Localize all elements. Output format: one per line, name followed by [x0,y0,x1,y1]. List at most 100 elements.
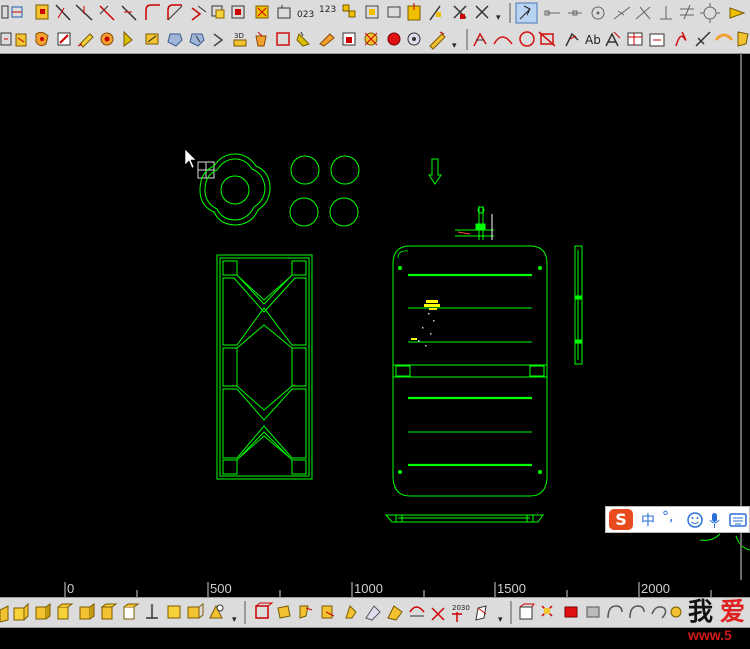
rounded-square-symbol [199,153,271,226]
cube-front-icon [0,605,9,623]
spline-icon [675,31,687,47]
toolbar-modify-icons[interactable]: 023 123 ▾ [0,0,750,26]
sweep-icon [365,605,381,621]
door-panel-drawing [392,245,548,497]
toolbar-draw-icons[interactable]: 3D ▾ Ab [0,26,750,53]
fillet-icon [121,5,137,21]
partial-drawing-edge [699,533,750,551]
pencil-icon [77,33,94,48]
scattered-points [418,313,435,347]
snap-icon [387,6,401,18]
union-icon [409,606,425,617]
arc-icon [493,36,513,45]
explode-icon [255,5,269,19]
move-icon [191,5,207,21]
fly-icon [629,605,645,619]
lock-icon [342,32,356,46]
cylinder-icon [209,604,224,619]
svg-text:▾: ▾ [496,13,501,23]
free-orbit-icon [189,33,205,47]
render-icon [519,603,535,620]
constraint-icon [453,5,467,19]
svg-text:▾: ▾ [232,615,237,625]
endpoint-icon [544,10,560,16]
circle-icon [519,31,535,47]
hanger-symbol [455,206,494,240]
osnap-toggle-icon [515,2,538,24]
ruler-label-0: 0 [67,581,75,596]
wedge-icon [277,605,291,619]
subtract-icon [452,612,462,622]
highlighted-selection [411,300,440,340]
hatch-icon [365,5,379,19]
quadrant-icon [613,6,631,20]
drawing-canvas[interactable] [0,53,750,580]
ruler-label-500: 500 [210,581,232,596]
perpendicular-icon [660,6,672,20]
leader-icon [605,31,621,47]
emoji-icon [687,512,703,528]
material-icon [564,606,578,618]
tag-icon [737,31,749,47]
svg-text:▾: ▾ [498,615,503,625]
ime-toolbar[interactable]: S 中 °, [605,506,750,533]
intersect-icon [431,607,445,621]
rotate-icon [167,4,183,21]
scale-icon [714,33,734,41]
break-icon [75,4,93,21]
watermark-url: www.5 [688,627,732,643]
slice-icon [475,605,487,621]
rectangle-icon [276,32,290,46]
smudge-icon [319,33,335,47]
box-icon [167,605,181,619]
camera-icon [407,32,421,46]
torus-icon [299,605,313,619]
watermark-char-2: 爱 [720,597,746,626]
3d-label: 3D [234,32,244,40]
block-icon [0,32,12,46]
explode-icon [364,32,378,46]
nearest-icon [700,3,720,23]
lattice-panel-drawing [216,254,313,480]
extrude-icon [321,605,335,619]
midpoint-icon [568,10,582,16]
cube-left-icon [35,603,51,620]
cone-icon [255,602,274,619]
draw-order-icon [123,30,133,47]
rect-icon [538,31,556,47]
match-icon [342,4,356,18]
walk-icon [607,605,623,619]
copy-icon [211,5,225,19]
move-grip-icon [565,32,579,47]
ime-punctuation-toggle[interactable]: °, [662,509,673,525]
extend-icon [55,4,71,21]
view-icon [123,603,140,620]
3d-orbit-icon [167,33,183,47]
polyline-draw-icon [473,32,487,47]
toolbar-3d-views: ▾ 2030 ▾ [0,597,750,628]
keyboard-icon [729,513,747,527]
toolbar-3d-views-icons[interactable]: ▾ 2030 ▾ [0,598,750,627]
record-icon [387,32,401,46]
table-icon [627,32,643,46]
cube-bottom-icon [100,603,118,620]
orbit-icon [213,33,224,47]
ime-mode-toggle[interactable]: 中 [641,510,655,530]
eraser-icon [296,31,310,47]
cube-back-icon [13,602,29,621]
paint-icon [57,32,71,46]
line-icon [407,3,421,21]
ime-tools[interactable] [686,510,748,530]
camera-icon [586,606,600,618]
ime-logo-icon[interactable]: S [609,509,633,530]
year-label: 2030 [452,604,470,612]
light-icon [541,605,553,617]
cube-top-icon [79,603,95,620]
text-style-label: Ab [585,33,601,47]
explode-block-icon [145,33,159,45]
curve-icon [695,31,711,47]
array-icon [231,5,245,19]
iso-view-icon [146,604,158,619]
sphere-icon [187,603,204,619]
four-circles-symbol [289,155,360,227]
